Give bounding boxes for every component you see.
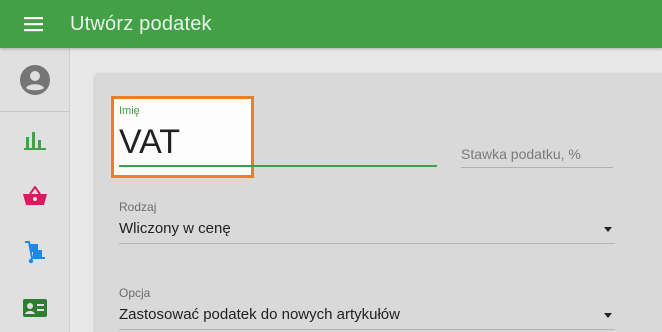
hamburger-menu-icon: [24, 17, 43, 32]
name-input[interactable]: VAT: [119, 123, 429, 162]
sidebar: [0, 48, 70, 332]
page-title: Utwórz podatek: [70, 12, 212, 35]
dropdown-arrow-icon: [604, 227, 612, 232]
app-root: Utwórz podatek Imię VAT Stawka podatku, …: [0, 0, 662, 332]
type-select[interactable]: Rodzaj Wliczony w cenę: [119, 200, 615, 248]
option-select-value: Zastosować podatek do nowych artykułów: [119, 306, 400, 323]
name-field-underline: [119, 165, 437, 167]
dropdown-arrow-icon: [604, 313, 612, 318]
option-select[interactable]: Opcja Zastosować podatek do nowych artyk…: [119, 286, 615, 332]
hand-truck-icon: [25, 241, 45, 264]
sidebar-item-sales[interactable]: [0, 168, 70, 224]
sidebar-item-delivery[interactable]: [0, 224, 70, 280]
sidebar-item-reports[interactable]: [0, 112, 70, 168]
type-select-label: Rodzaj: [119, 200, 157, 214]
type-select-value: Wliczony w cenę: [119, 220, 231, 237]
menu-button[interactable]: [17, 7, 51, 41]
tax-rate-placeholder: Stawka podatku, %: [461, 146, 581, 162]
account-circle-icon: [20, 64, 50, 95]
name-field[interactable]: Imię VAT: [119, 103, 437, 167]
tax-rate-underline: [461, 167, 613, 168]
name-field-label: Imię: [119, 105, 140, 117]
option-select-underline: [119, 329, 615, 330]
bar-chart-icon: [24, 132, 46, 150]
app-bar: Utwórz podatek: [0, 0, 662, 48]
shopping-basket-icon: [23, 186, 47, 205]
tax-rate-field[interactable]: Stawka podatku, %: [461, 140, 613, 168]
sidebar-item-contacts[interactable]: [0, 280, 70, 332]
type-select-underline: [119, 243, 615, 244]
option-select-label: Opcja: [119, 286, 151, 300]
sidebar-avatar[interactable]: [0, 48, 70, 112]
contact-card-icon: [23, 299, 47, 317]
